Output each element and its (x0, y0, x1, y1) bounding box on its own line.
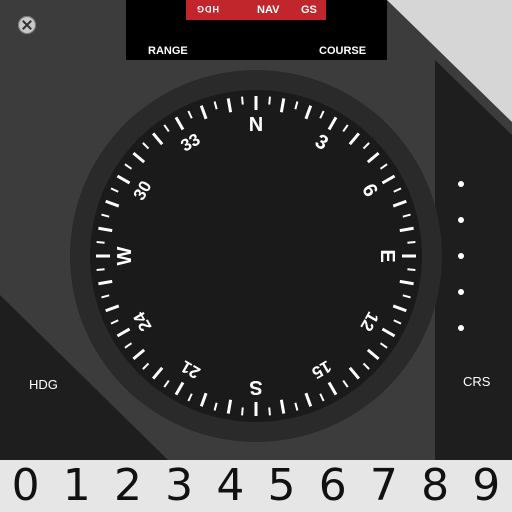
compass-tick (96, 241, 105, 244)
compass-tick (268, 96, 271, 105)
digit-key-1[interactable]: 1 (51, 460, 102, 512)
hdg-knob-label[interactable]: HDG (29, 377, 58, 392)
compass-tick (407, 268, 416, 271)
digit-key-9[interactable]: 9 (461, 460, 512, 512)
compass-label-3: E (376, 249, 398, 262)
course-dot-1 (458, 181, 464, 187)
compass-rose[interactable]: N36E1215S2124W3033 (0, 0, 512, 512)
course-dot-2 (458, 217, 464, 223)
compass-card (90, 90, 422, 422)
course-dot-4 (458, 289, 464, 295)
digit-key-5[interactable]: 5 (256, 460, 307, 512)
digit-key-3[interactable]: 3 (154, 460, 205, 512)
compass-tick (241, 407, 244, 416)
digit-key-8[interactable]: 8 (410, 460, 461, 512)
compass-tick (96, 268, 105, 271)
compass-label-6: S (249, 376, 262, 398)
compass-label-0: N (249, 114, 263, 136)
digit-keypad: 0 1 2 3 4 5 6 7 8 9 (0, 460, 512, 512)
compass-label-9: W (114, 246, 136, 265)
compass-tick (241, 96, 244, 105)
digit-key-7[interactable]: 7 (358, 460, 409, 512)
digit-key-4[interactable]: 4 (205, 460, 256, 512)
crs-knob-label[interactable]: CRS (463, 374, 490, 389)
compass-tick (407, 241, 416, 244)
course-dot-3 (458, 253, 464, 259)
digit-key-0[interactable]: 0 (0, 460, 51, 512)
course-dot-5 (458, 325, 464, 331)
compass-tick (268, 407, 271, 416)
digit-key-6[interactable]: 6 (307, 460, 358, 512)
digit-key-2[interactable]: 2 (102, 460, 153, 512)
